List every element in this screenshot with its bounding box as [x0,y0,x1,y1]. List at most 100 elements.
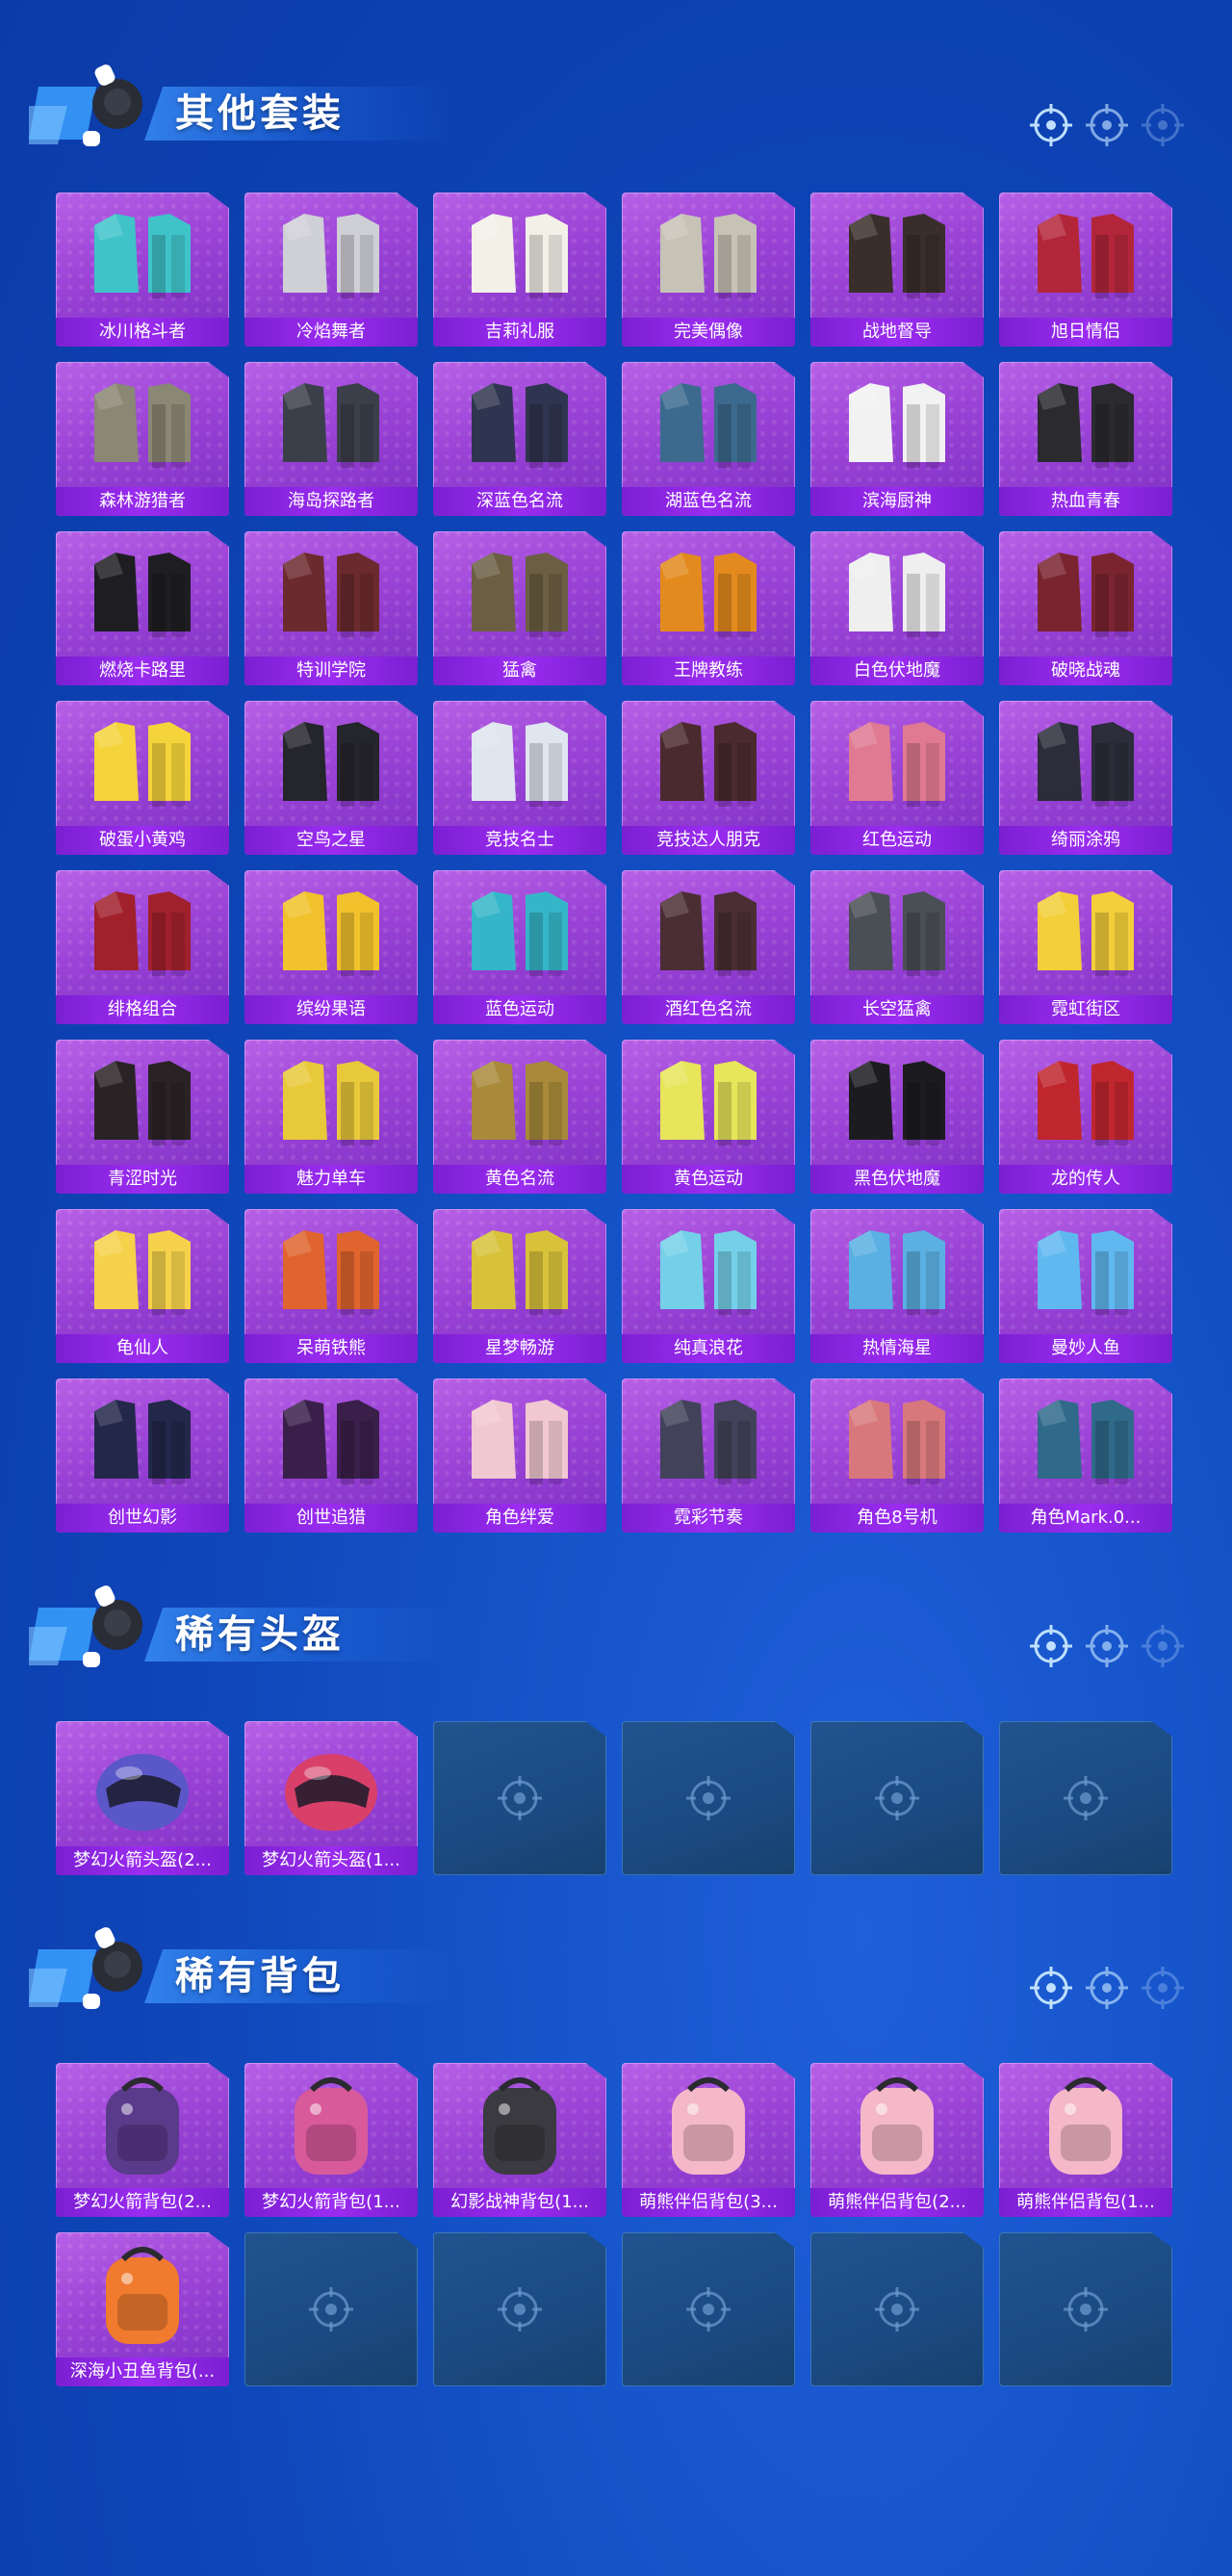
item-card[interactable]: 龟仙人 [56,1209,229,1363]
outfit-icon [472,1230,568,1315]
item-card[interactable]: 呆萌铁熊 [244,1209,418,1363]
item-card[interactable]: 破晓战魂 [999,531,1172,685]
item-label: 滨海厨神 [810,487,984,516]
item-card[interactable]: 红色运动 [810,701,984,855]
item-label: 黄色名流 [433,1165,606,1194]
item-card[interactable]: 霓虹街区 [999,870,1172,1024]
item-card[interactable]: 吉莉礼服 [433,193,606,347]
section-other-outfits: 其他套装 冰川格斗者 冷焰舞者 吉莉礼服 完美偶像 战地督导 旭日情侣 森林游猎… [0,48,1232,1540]
item-card[interactable]: 深海小丑鱼背包(... [56,2232,229,2386]
item-card[interactable]: 旭日情侣 [999,193,1172,347]
item-card[interactable]: 冷焰舞者 [244,193,418,347]
item-card[interactable]: 纯真浪花 [622,1209,795,1363]
item-card[interactable]: 梦幻火箭背包(2... [56,2063,229,2217]
item-card[interactable]: 燃烧卡路里 [56,531,229,685]
item-card[interactable]: 海岛探路者 [244,362,418,516]
item-card[interactable]: 蓝色运动 [433,870,606,1024]
item-label: 特训学院 [244,657,418,685]
item-card[interactable]: 绯格组合 [56,870,229,1024]
item-grid: 梦幻火箭头盔(2... 梦幻火箭头盔(1... [56,1721,1176,1875]
crosshair-icon [1142,1967,1184,2009]
item-card[interactable]: 猛禽 [433,531,606,685]
item-card[interactable]: 热情海星 [810,1209,984,1363]
item-card[interactable]: 萌熊伴侣背包(2... [810,2063,984,2217]
item-card[interactable]: 角色Mark.0... [999,1378,1172,1533]
section-rare-helmets: 稀有头盔 梦幻火箭头盔(2... 梦幻火箭头盔(1... [0,1569,1232,1877]
item-label: 王牌教练 [622,657,795,685]
outfit-icon [1038,214,1134,298]
item-card[interactable]: 星梦畅游 [433,1209,606,1363]
item-label: 曼妙人鱼 [999,1334,1172,1363]
item-card[interactable]: 萌熊伴侣背包(3... [622,2063,795,2217]
outfit-icon [849,722,945,807]
item-card[interactable]: 特训学院 [244,531,418,685]
item-card[interactable]: 龙的传人 [999,1040,1172,1194]
outfit-icon [283,1230,379,1315]
outfit-icon [94,891,191,976]
item-card[interactable]: 森林游猎者 [56,362,229,516]
item-card[interactable]: 酒红色名流 [622,870,795,1024]
item-card[interactable]: 霓彩节奏 [622,1378,795,1533]
item-card[interactable]: 创世追猎 [244,1378,418,1533]
item-label: 绯格组合 [56,995,229,1024]
item-card[interactable]: 萌熊伴侣背包(1... [999,2063,1172,2217]
item-card[interactable]: 创世幻影 [56,1378,229,1533]
outfit-icon [283,891,379,976]
outfit-icon [283,553,379,637]
item-card[interactable]: 梦幻火箭头盔(1... [244,1721,418,1875]
item-label: 深海小丑鱼背包(... [56,2357,229,2386]
section-title: 稀有背包 [175,1954,345,1998]
item-card[interactable]: 角色8号机 [810,1378,984,1533]
item-card[interactable]: 长空猛禽 [810,870,984,1024]
item-label: 龙的传人 [999,1165,1172,1194]
item-card[interactable]: 热血青春 [999,362,1172,516]
item-card[interactable]: 深蓝色名流 [433,362,606,516]
item-label: 呆萌铁熊 [244,1334,418,1363]
helmet-icon [285,1754,377,1831]
mascot-emblem-icon [29,1585,142,1667]
backpack-icon [295,2077,368,2175]
item-card[interactable]: 完美偶像 [622,193,795,347]
item-card[interactable]: 曼妙人鱼 [999,1209,1172,1363]
item-card[interactable]: 黄色名流 [433,1040,606,1194]
outfit-icon [660,553,757,637]
outfit-icon [1038,891,1134,976]
outfit-icon [283,1400,379,1484]
item-card[interactable]: 角色绊爱 [433,1378,606,1533]
item-card[interactable]: 白色伏地魔 [810,531,984,685]
item-label: 霓彩节奏 [622,1504,795,1533]
item-label: 红色运动 [810,826,984,855]
outfit-icon [1038,383,1134,468]
item-card[interactable]: 竞技达人朋克 [622,701,795,855]
empty-slot [810,1721,984,1875]
item-card[interactable]: 绮丽涂鸦 [999,701,1172,855]
item-card[interactable]: 缤纷果语 [244,870,418,1024]
item-card[interactable]: 黑色伏地魔 [810,1040,984,1194]
item-card[interactable]: 冰川格斗者 [56,193,229,347]
item-card[interactable]: 破蛋小黄鸡 [56,701,229,855]
item-card[interactable]: 青涩时光 [56,1040,229,1194]
item-card[interactable]: 空鸟之星 [244,701,418,855]
backpack-icon [483,2077,556,2175]
outfit-icon [283,214,379,298]
backpack-icon [106,2077,179,2175]
item-card[interactable]: 幻影战神背包(1... [433,2063,606,2217]
crosshair-icon [875,1776,919,1820]
item-card[interactable]: 滨海厨神 [810,362,984,516]
empty-slot [433,2232,606,2386]
item-card[interactable]: 魅力单车 [244,1040,418,1194]
item-card[interactable]: 黄色运动 [622,1040,795,1194]
item-label: 纯真浪花 [622,1334,795,1363]
item-card[interactable]: 战地督导 [810,193,984,347]
item-label: 竞技达人朋克 [622,826,795,855]
item-card[interactable]: 竞技名士 [433,701,606,855]
item-card[interactable]: 湖蓝色名流 [622,362,795,516]
crosshair-icon [686,1776,731,1820]
outfit-icon [849,1230,945,1315]
backpack-icon [1049,2077,1122,2175]
item-card[interactable]: 王牌教练 [622,531,795,685]
outfit-icon [660,1230,757,1315]
item-card[interactable]: 梦幻火箭背包(1... [244,2063,418,2217]
outfit-icon [472,383,568,468]
item-card[interactable]: 梦幻火箭头盔(2... [56,1721,229,1875]
